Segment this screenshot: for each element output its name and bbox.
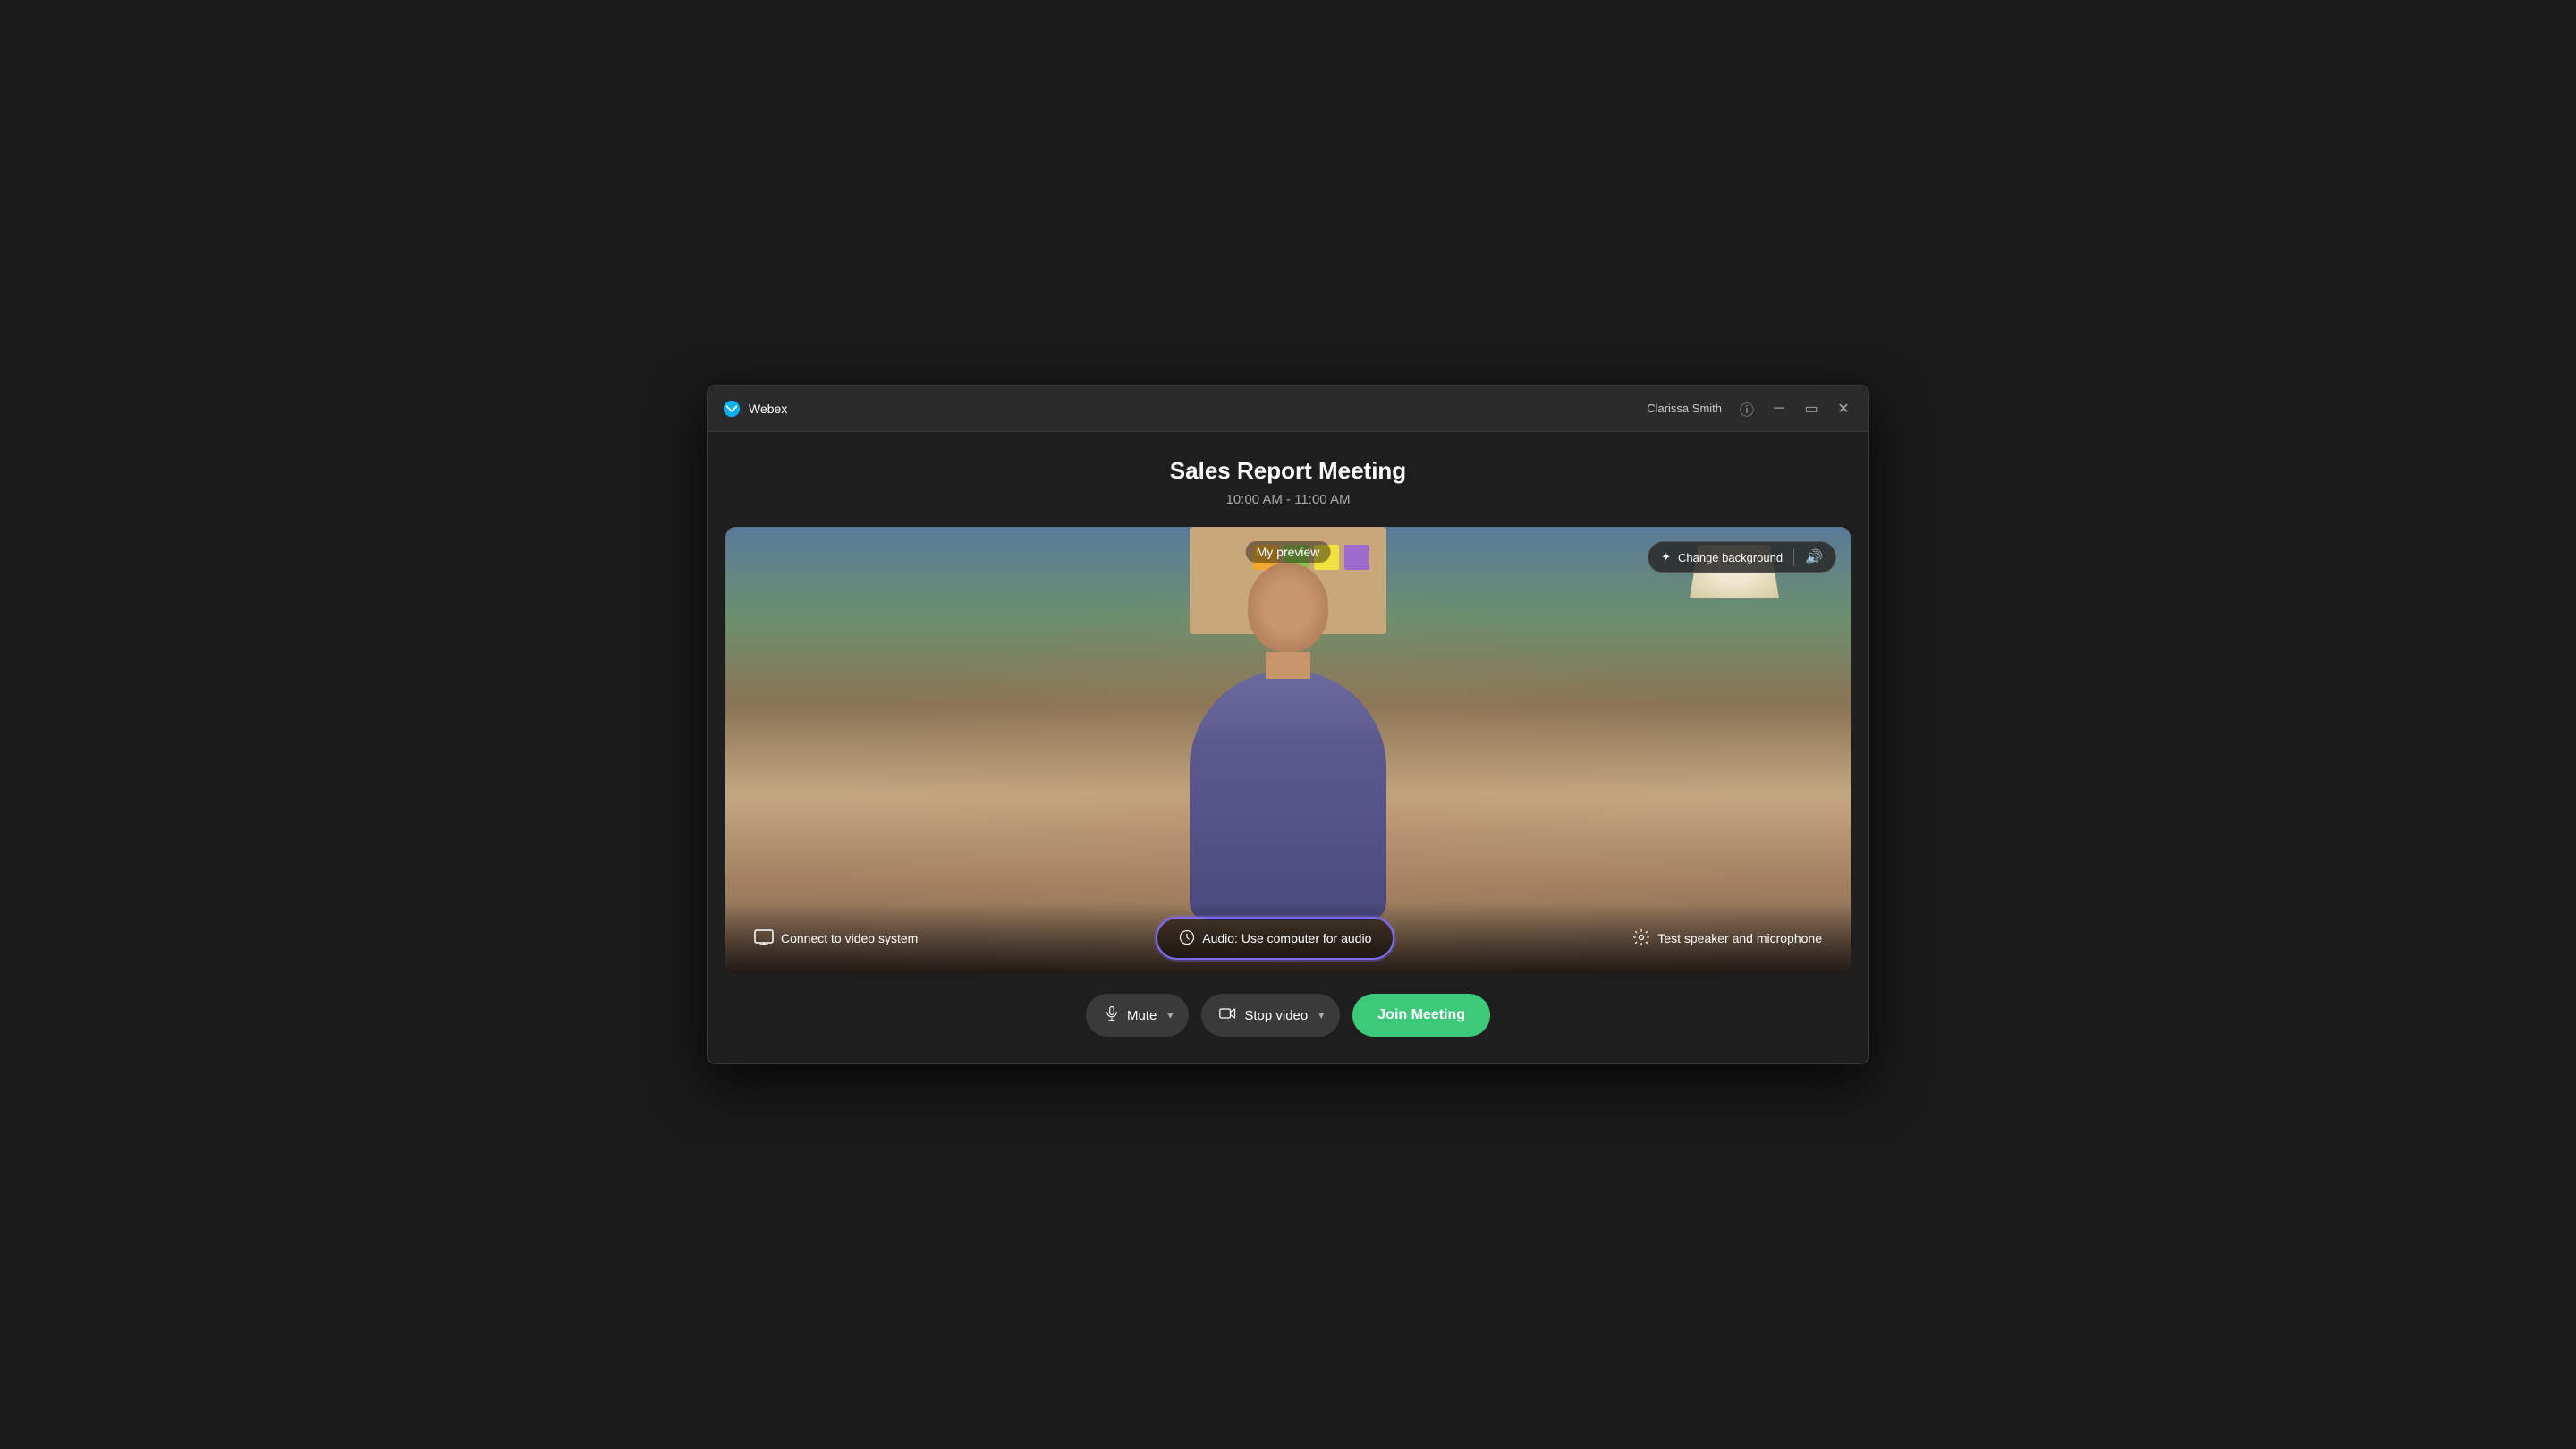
microphone-icon	[1104, 1005, 1120, 1025]
mute-caret-icon[interactable]: ▾	[1167, 1009, 1173, 1021]
stop-video-label: Stop video	[1244, 1008, 1308, 1023]
test-speaker-button[interactable]: Test speaker and microphone	[1622, 921, 1833, 956]
titlebar: Webex Clarissa Smith ⓘ ─ ▭ ✕	[708, 386, 1868, 432]
app-window: Webex Clarissa Smith ⓘ ─ ▭ ✕ Sales Repor…	[707, 385, 1869, 1064]
titlebar-left: Webex	[722, 399, 787, 419]
change-background-button[interactable]: ✦ Change background 🔊	[1648, 541, 1836, 573]
titlebar-icons: ⓘ ─ ▭ ✕	[1736, 398, 1854, 419]
preview-label: My preview	[1246, 541, 1331, 563]
bottom-overlay: Connect to video system Audio: Use compu…	[725, 902, 1851, 974]
video-preview-container: My preview ✦ Change background 🔊	[725, 527, 1851, 974]
change-bg-label: Change background	[1678, 551, 1783, 564]
person-body	[1190, 670, 1386, 920]
titlebar-right: Clarissa Smith ⓘ ─ ▭ ✕	[1647, 398, 1854, 419]
camera-icon	[1219, 1006, 1237, 1024]
audio-icon	[1179, 929, 1195, 948]
stop-video-button[interactable]: Stop video ▾	[1201, 994, 1340, 1037]
video-preview: My preview ✦ Change background 🔊	[725, 527, 1851, 974]
meeting-title: Sales Report Meeting	[1170, 457, 1406, 485]
mute-label: Mute	[1127, 1008, 1157, 1023]
info-icon[interactable]: ⓘ	[1736, 398, 1758, 419]
close-icon[interactable]: ✕	[1833, 398, 1854, 419]
maximize-icon[interactable]: ▭	[1801, 398, 1822, 419]
connect-video-label: Connect to video system	[781, 931, 918, 945]
join-meeting-button[interactable]: Join Meeting	[1352, 994, 1490, 1037]
webex-logo-icon	[722, 399, 741, 419]
app-title: Webex	[749, 402, 787, 416]
mute-button[interactable]: Mute ▾	[1086, 994, 1189, 1037]
minimize-icon[interactable]: ─	[1768, 398, 1790, 419]
divider	[1793, 548, 1794, 566]
change-bg-icon: ✦	[1661, 550, 1671, 564]
join-meeting-label: Join Meeting	[1377, 1007, 1465, 1022]
person-silhouette	[1136, 563, 1440, 920]
test-speaker-label: Test speaker and microphone	[1657, 931, 1822, 945]
monitor-icon	[754, 929, 774, 948]
user-name: Clarissa Smith	[1647, 402, 1722, 415]
bottom-controls: Mute ▾ Stop video ▾ Join Meeting	[1086, 994, 1490, 1037]
main-content: Sales Report Meeting 10:00 AM - 11:00 AM	[708, 432, 1868, 1063]
meeting-time: 10:00 AM - 11:00 AM	[1226, 492, 1351, 507]
stop-video-caret-icon[interactable]: ▾	[1318, 1009, 1324, 1021]
person-head	[1248, 563, 1328, 652]
audio-button[interactable]: Audio: Use computer for audio	[1156, 917, 1394, 960]
audio-label: Audio: Use computer for audio	[1202, 931, 1371, 945]
person-neck	[1266, 652, 1310, 679]
noise-reduction-icon[interactable]: 🔊	[1805, 548, 1823, 566]
settings-icon	[1632, 928, 1650, 949]
connect-video-button[interactable]: Connect to video system	[743, 922, 928, 955]
